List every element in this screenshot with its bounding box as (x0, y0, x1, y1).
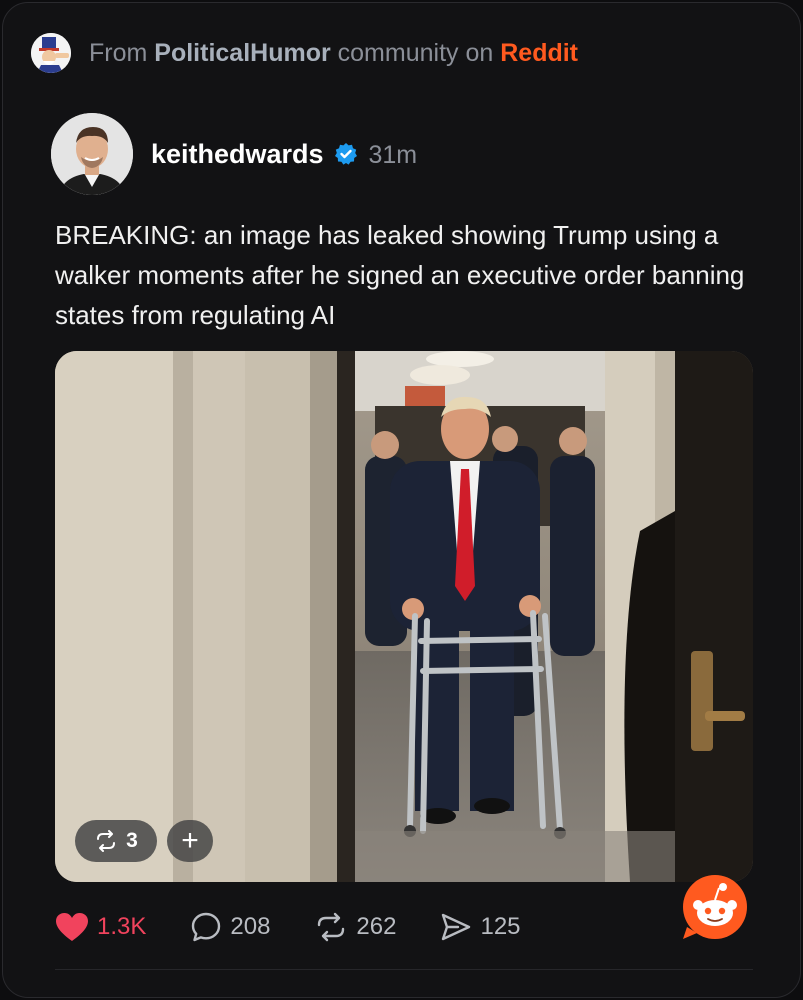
gallery-count-button[interactable]: 3 (75, 820, 157, 862)
action-bar: 1.3K 208 262 125 (55, 905, 521, 949)
comment-button[interactable]: 208 (190, 911, 270, 943)
post-header: keithedwards 31m (51, 113, 417, 195)
comment-icon (192, 912, 221, 942)
post-body: BREAKING: an image has leaked showing Tr… (55, 220, 745, 330)
gallery-add-button[interactable]: + (167, 820, 213, 862)
author-avatar[interactable] (51, 113, 133, 195)
share-count: 125 (480, 913, 521, 940)
author-name[interactable]: keithedwards (151, 139, 324, 169)
repost-icon (318, 912, 345, 942)
source-prefix: From (89, 38, 148, 67)
repost-count: 262 (356, 913, 397, 940)
like-button[interactable]: 1.3K (55, 912, 146, 942)
uncle-sam-avatar-icon (31, 33, 71, 73)
author-line: keithedwards 31m (151, 139, 417, 170)
heart-icon (56, 913, 88, 941)
share-icon (442, 913, 471, 941)
share-button[interactable]: 125 (440, 912, 521, 942)
post-image[interactable]: 3 + (55, 351, 753, 882)
platform-link[interactable]: Reddit (500, 39, 578, 67)
source-middle: community on (337, 38, 494, 67)
repost-button[interactable]: 262 (314, 912, 396, 942)
post-timestamp: 31m (368, 140, 418, 169)
gallery-count: 3 (126, 829, 138, 852)
verified-badge-icon (334, 142, 358, 166)
divider (55, 969, 753, 970)
community-link[interactable]: PoliticalHumor (154, 39, 330, 67)
repost-icon (97, 830, 116, 852)
like-count: 1.3K (97, 913, 147, 940)
source-bar[interactable]: From PoliticalHumor community on Reddit (31, 31, 578, 75)
reddit-snoo-icon[interactable] (681, 873, 749, 941)
post-card[interactable]: From PoliticalHumor community on Reddit … (2, 2, 801, 998)
comment-count: 208 (230, 913, 271, 940)
source-label: From PoliticalHumor community on Reddit (89, 39, 578, 68)
